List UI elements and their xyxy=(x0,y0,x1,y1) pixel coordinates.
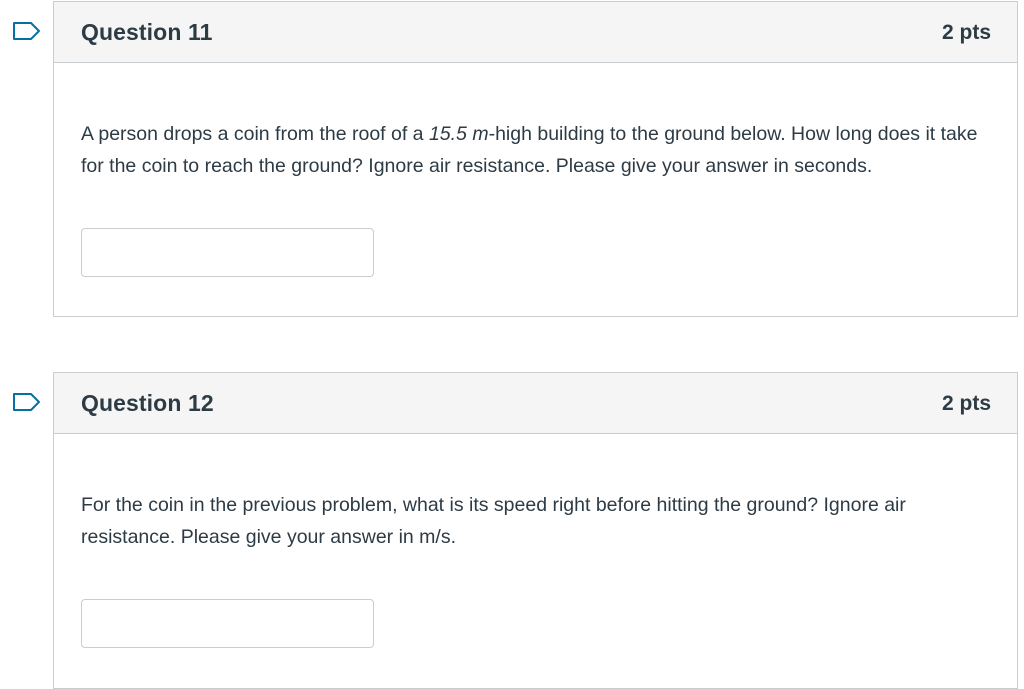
question-header: Question 11 2 pts xyxy=(54,2,1017,63)
question-text-part: A person drops a coin from the roof of a xyxy=(81,123,429,145)
question-header: Question 12 2 pts xyxy=(54,373,1017,434)
question-title: Question 11 xyxy=(81,19,213,45)
question-text-emphasis: 15.5 m xyxy=(428,123,489,145)
question-points: 2 pts xyxy=(941,392,991,415)
question-points: 2 pts xyxy=(941,21,991,44)
flag-outline-icon xyxy=(13,393,40,411)
question-text: For the coin in the previous problem, wh… xyxy=(81,494,906,548)
question-card: Question 11 2 pts A person drops a coin … xyxy=(53,1,1018,317)
question-card: Question 12 2 pts For the coin in the pr… xyxy=(53,372,1018,689)
answer-input[interactable] xyxy=(81,599,374,648)
flag-outline-icon xyxy=(13,22,40,40)
question-text: A person drops a coin from the roof of a… xyxy=(81,118,991,182)
answer-input[interactable] xyxy=(81,228,374,277)
flag-question-button[interactable] xyxy=(12,21,42,41)
question-title: Question 12 xyxy=(81,390,214,416)
flag-question-button[interactable] xyxy=(12,392,42,412)
